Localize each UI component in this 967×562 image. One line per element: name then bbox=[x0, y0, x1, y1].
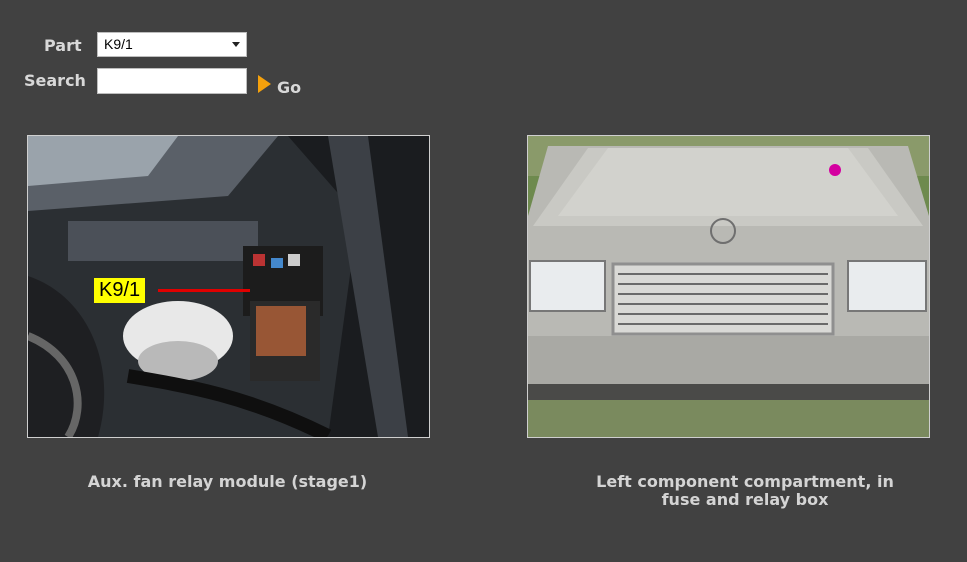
play-arrow-icon bbox=[258, 74, 271, 93]
car-front-photo bbox=[527, 135, 930, 438]
part-select[interactable]: K9/1 bbox=[97, 32, 247, 57]
callout-line bbox=[158, 289, 250, 292]
part-callout-label: K9/1 bbox=[94, 278, 146, 303]
location-marker bbox=[829, 164, 841, 176]
part-select-value: K9/1 bbox=[104, 36, 133, 52]
chevron-down-icon bbox=[232, 42, 240, 47]
part-label: Part bbox=[44, 36, 82, 55]
search-input[interactable] bbox=[97, 68, 247, 94]
caption-left: Aux. fan relay module (stage1) bbox=[87, 472, 368, 491]
engine-bay-photo bbox=[27, 135, 430, 438]
go-button[interactable]: Go bbox=[258, 70, 301, 97]
go-label: Go bbox=[277, 78, 302, 97]
search-label: Search bbox=[24, 71, 86, 90]
caption-right: Left component compartment, in fuse and … bbox=[596, 472, 894, 509]
